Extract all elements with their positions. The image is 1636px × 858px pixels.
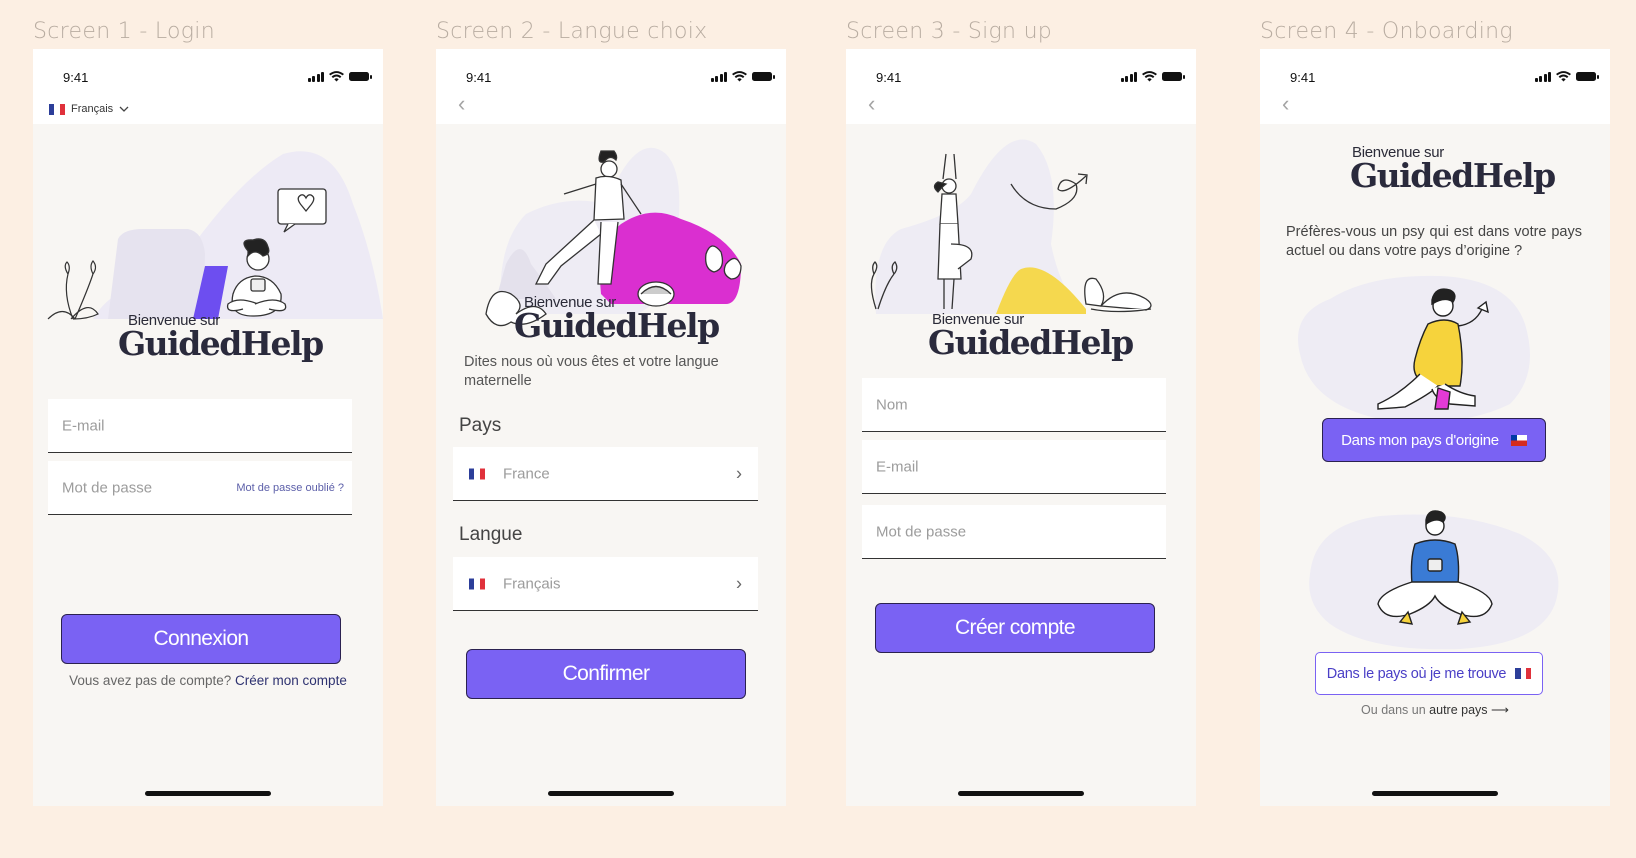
email-placeholder: E-mail — [876, 458, 919, 475]
confirm-button[interactable]: Confirmer — [466, 649, 746, 699]
status-time: 9:41 — [466, 70, 492, 85]
language-selector[interactable]: Français — [49, 103, 129, 115]
home-indicator[interactable] — [145, 791, 271, 796]
origin-country-button[interactable]: Dans mon pays d'origine — [1322, 418, 1546, 462]
brand-logo: GuidedHelp — [118, 324, 324, 363]
language-choice-screen: 9:41 ‹ Bienvenue sur GuidedHelp Dites no… — [436, 49, 786, 806]
wifi-icon — [329, 71, 344, 82]
chevron-down-icon — [119, 106, 129, 112]
status-bar: 9:41 ‹ — [1260, 49, 1610, 124]
status-icons — [1120, 71, 1185, 82]
welcome-logo: Bienvenue sur GuidedHelp — [514, 294, 720, 345]
email-field[interactable]: E-mail — [48, 399, 352, 453]
origin-country-label: Dans mon pays d'origine — [1341, 431, 1499, 449]
other-country-prompt[interactable]: Ou dans un autre pays ⟶ — [1260, 702, 1610, 717]
france-flag-icon — [49, 103, 65, 115]
battery-icon — [1162, 72, 1185, 81]
chevron-right-icon: › — [736, 463, 742, 483]
other-country-link[interactable]: autre pays — [1429, 703, 1487, 717]
current-country-button[interactable]: Dans le pays où je me trouve — [1315, 652, 1543, 695]
password-field[interactable]: Mot de passe — [862, 505, 1166, 559]
screen-title-onboarding: Screen 4 - Onboarding — [1260, 19, 1513, 44]
battery-icon — [349, 72, 372, 81]
back-arrow-icon[interactable]: ‹ — [1282, 93, 1300, 116]
arrow-right-icon: ⟶ — [1491, 703, 1509, 717]
status-bar: 9:41 ‹ — [846, 49, 1196, 124]
intro-text: Dites nous où vous êtes et votre langue … — [464, 354, 719, 389]
wifi-icon — [732, 71, 747, 82]
wifi-icon — [1142, 71, 1157, 82]
battery-icon — [1576, 72, 1599, 81]
screen-title-signup: Screen 3 - Sign up — [846, 19, 1053, 44]
onboarding-screen: 9:41 ‹ Bienvenue sur GuidedHelp Préfères… — [1260, 49, 1610, 806]
signal-icon — [710, 71, 727, 82]
france-flag-icon — [1515, 668, 1532, 679]
no-account-text: Vous avez pas de compte? — [69, 673, 232, 688]
other-country-prefix: Ou dans un — [1361, 703, 1426, 717]
country-label: Pays — [459, 415, 502, 436]
brand-logo: GuidedHelp — [514, 306, 720, 345]
welcome-logo: Bienvenue sur GuidedHelp — [1350, 144, 1556, 195]
origin-illustration — [1298, 275, 1530, 422]
password-placeholder: Mot de passe — [62, 479, 153, 496]
email-placeholder: E-mail — [62, 417, 105, 434]
name-placeholder: Nom — [876, 396, 908, 413]
welcome-logo: Bienvenue sur GuidedHelp — [118, 312, 324, 363]
onboarding-question: Préfères-vous un psy qui est dans votre … — [1286, 224, 1582, 259]
chile-flag-icon — [1510, 434, 1527, 446]
forgot-password-link[interactable]: Mot de passe oublié ? — [236, 482, 344, 494]
status-icons — [710, 71, 775, 82]
france-flag-icon — [469, 578, 485, 589]
signup-screen: 9:41 ‹ Bienvenue sur GuidedHelp Nom E-ma… — [846, 49, 1196, 806]
back-arrow-icon[interactable]: ‹ — [868, 93, 886, 116]
home-indicator[interactable] — [958, 791, 1084, 796]
home-indicator[interactable] — [1372, 791, 1498, 796]
signup-illustration — [870, 139, 1152, 314]
status-bar: 9:41 Français — [33, 49, 383, 124]
signal-icon — [307, 71, 324, 82]
language-value: Français — [503, 575, 561, 592]
email-field[interactable]: E-mail — [862, 440, 1166, 494]
chevron-right-icon: › — [736, 573, 742, 593]
login-screen: 9:41 Français Bienvenue sur GuidedHelp E… — [33, 49, 383, 806]
signal-icon — [1120, 71, 1137, 82]
signal-icon — [1534, 71, 1551, 82]
language-select[interactable]: Français › — [453, 557, 758, 611]
current-country-illustration — [1309, 510, 1559, 650]
status-bar: 9:41 ‹ — [436, 49, 786, 124]
brand-logo: GuidedHelp — [1350, 156, 1556, 195]
back-arrow-icon[interactable]: ‹ — [458, 93, 476, 116]
screen-title-login: Screen 1 - Login — [33, 19, 215, 44]
home-indicator[interactable] — [548, 791, 674, 796]
password-field[interactable]: Mot de passe Mot de passe oublié ? — [48, 461, 352, 515]
status-time: 9:41 — [1290, 70, 1316, 85]
status-icons — [307, 71, 372, 82]
wifi-icon — [1556, 71, 1571, 82]
create-account-button[interactable]: Créer compte — [875, 603, 1155, 653]
login-button[interactable]: Connexion — [61, 614, 341, 664]
language-label: Langue — [459, 524, 523, 545]
signup-prompt: Vous avez pas de compte? Créer mon compt… — [33, 673, 383, 688]
brand-logo: GuidedHelp — [928, 323, 1134, 362]
france-flag-icon — [469, 468, 485, 479]
country-select[interactable]: France › — [453, 447, 758, 501]
status-time: 9:41 — [63, 70, 89, 85]
welcome-logo: Bienvenue sur GuidedHelp — [928, 311, 1134, 362]
password-placeholder: Mot de passe — [876, 523, 967, 540]
status-icons — [1534, 71, 1599, 82]
current-country-label: Dans le pays où je me trouve — [1326, 665, 1507, 682]
country-value: France — [503, 465, 550, 482]
language-selector-label: Français — [71, 103, 114, 115]
battery-icon — [752, 72, 775, 81]
status-time: 9:41 — [876, 70, 902, 85]
create-account-link[interactable]: Créer mon compte — [235, 673, 347, 688]
name-field[interactable]: Nom — [862, 378, 1166, 432]
screen-title-language: Screen 2 - Langue choix — [436, 19, 708, 44]
